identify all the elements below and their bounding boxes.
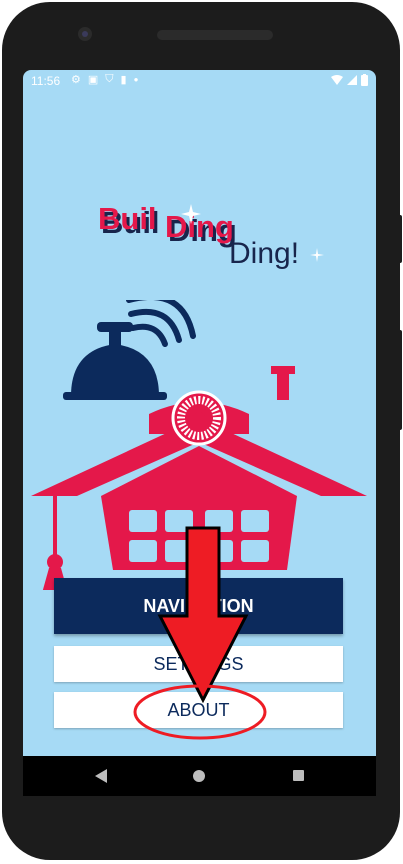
- dot-icon: ●: [133, 75, 139, 84]
- front-camera: [78, 27, 92, 41]
- bell-button: [97, 322, 133, 332]
- window: [241, 540, 269, 562]
- school-illustration: [31, 300, 367, 590]
- chimney-cap: [271, 366, 295, 374]
- system-nav-bar: [23, 756, 376, 796]
- ringing-waves-icon: [130, 323, 168, 347]
- window: [205, 510, 233, 532]
- signal-icon: [347, 74, 357, 85]
- logo-word-buil-shadow: Buil: [98, 201, 157, 236]
- window: [241, 510, 269, 532]
- gear-icon: ⚙: [71, 74, 81, 86]
- window: [165, 510, 193, 532]
- earpiece: [157, 30, 273, 40]
- status-bar: 11:56 ⚙ ▣ ⛉ ▮ ●: [23, 70, 376, 92]
- box-icon: ▣: [87, 74, 99, 86]
- bell-icon: [71, 344, 159, 396]
- bell-stem: [109, 330, 121, 346]
- volume-button: [398, 330, 402, 430]
- chimney: [277, 370, 289, 400]
- settings-button[interactable]: SETTINGS: [54, 646, 343, 682]
- battery-icon: [361, 74, 368, 86]
- logo-word-dingbang: Ding!: [229, 237, 299, 270]
- power-button: [398, 215, 402, 263]
- navigation-button[interactable]: NAVIGATION: [54, 578, 343, 634]
- window: [165, 540, 193, 562]
- sparkle-icon: [310, 248, 324, 262]
- recents-icon[interactable]: [293, 770, 304, 781]
- bell-base: [63, 392, 167, 400]
- buildingding-logo: Buil Buil Ding Ding Ding!: [98, 201, 324, 270]
- status-time: 11:56: [31, 74, 61, 88]
- back-icon[interactable]: [95, 769, 107, 783]
- app-screen: 11:56 ⚙ ▣ ⛉ ▮ ● Buil Buil Ding Ding Ding…: [23, 70, 376, 756]
- home-icon[interactable]: [193, 770, 205, 782]
- about-button[interactable]: ABOUT: [54, 692, 343, 728]
- clock-center: [193, 412, 205, 424]
- tassel-knot: [47, 554, 63, 570]
- window: [205, 540, 233, 562]
- window: [129, 510, 157, 532]
- wifi-icon: [331, 74, 343, 85]
- shield-icon: ⛉: [105, 73, 114, 85]
- sd-card-icon: ▮: [120, 74, 127, 86]
- window: [129, 540, 157, 562]
